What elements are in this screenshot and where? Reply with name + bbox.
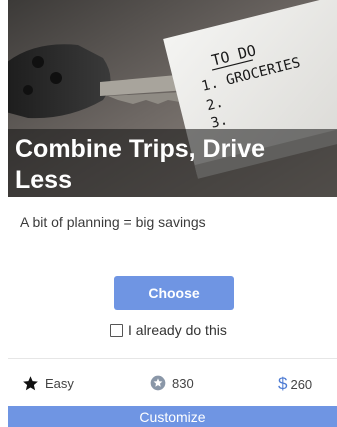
star-icon [22,375,39,392]
savings-amount: 260 [290,377,313,392]
stats-divider [8,358,337,359]
difficulty-label: Easy [45,376,74,391]
dollar-icon: $ [278,374,288,393]
action-card: TO DO 1. GROCERIES 2. 3. Combine Trips, … [0,0,337,427]
choose-button[interactable]: Choose [114,276,234,310]
badge-star-icon [150,375,166,391]
difficulty-stat: Easy [22,375,74,392]
points-stat: 830 [150,375,194,391]
points-value: 830 [172,375,194,391]
already-do-this-checkbox[interactable] [110,323,123,337]
card-title: Combine Trips, Drive Less [15,135,266,194]
savings-value: $260 [278,375,312,392]
card-subtitle: A bit of planning = big savings [20,214,206,230]
already-do-this-label: I already do this [128,322,227,338]
already-do-this-option[interactable]: I already do this [110,322,227,338]
customize-button[interactable]: Customize [8,406,337,427]
savings-stat: $260 [278,375,312,392]
